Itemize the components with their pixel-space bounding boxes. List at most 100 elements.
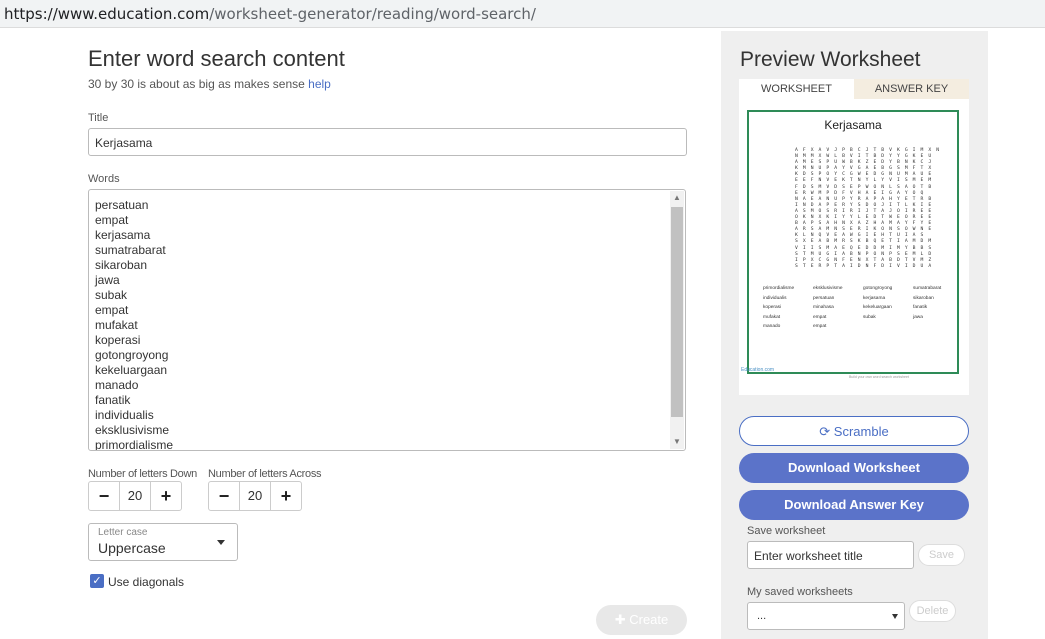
address-bar[interactable]: https://www.education.com/worksheet-gene…: [0, 0, 1045, 28]
scroll-down-icon[interactable]: ▼: [670, 435, 684, 449]
letters-across-label: Number of letters Across: [208, 468, 322, 480]
letters-across-stepper: − 20 +: [208, 481, 302, 511]
education-logo: Education.com: [741, 367, 775, 373]
word-list-item: empat: [813, 314, 827, 320]
create-button[interactable]: ✚ Create: [596, 605, 687, 635]
title-input[interactable]: Kerjasama: [88, 128, 687, 156]
letters-down-label: Number of letters Down: [88, 468, 197, 480]
scramble-label: Scramble: [833, 424, 889, 439]
plus-icon[interactable]: +: [151, 482, 181, 510]
url-host: https://www.education.com: [4, 5, 210, 23]
scroll-up-icon[interactable]: ▲: [670, 191, 684, 205]
word-list-item: manado: [763, 324, 781, 329]
words-label: Words: [88, 173, 120, 185]
diagonals-checkbox[interactable]: ✓: [90, 574, 104, 588]
save-button[interactable]: Save: [918, 544, 965, 566]
word-list-item: gotongroyong: [863, 286, 893, 291]
word-entry: kerjasama: [95, 228, 151, 242]
diagonals-label: Use diagonals: [108, 575, 185, 589]
word-entry: eksklusivisme: [95, 423, 170, 437]
grid-row: I P X C G N F E N X T A B D T V M Z: [795, 257, 933, 263]
grid-row: S X E A B M R S K B Q E T I A M D M: [795, 239, 933, 245]
letters-down-stepper: − 20 +: [88, 481, 182, 511]
download-worksheet-button[interactable]: Download Worksheet: [739, 453, 969, 483]
word-entry: mufakat: [95, 318, 138, 332]
help-link[interactable]: help: [308, 77, 331, 91]
letter-case-value: Uppercase: [98, 540, 166, 556]
content-form: Enter word search content 30 by 30 is ab…: [88, 28, 688, 639]
word-entry: kekeluargaan: [95, 363, 168, 377]
word-list-item: koperasi: [763, 305, 782, 310]
minus-icon[interactable]: −: [209, 482, 239, 510]
word-list-item: sumatrabarat: [913, 286, 942, 291]
word-list-item: primordialisme: [763, 286, 795, 291]
caret-down-icon: [217, 540, 225, 545]
word-entry: sumatrabarat: [95, 243, 166, 257]
letters-across-value[interactable]: 20: [239, 482, 271, 510]
refresh-icon: ⟳: [819, 424, 834, 439]
letters-down-value[interactable]: 20: [119, 482, 151, 510]
scroll-thumb[interactable]: [671, 207, 683, 417]
saved-worksheets-label: My saved worksheets: [747, 586, 853, 598]
sheet-footer: Build your own word search worksheet: [849, 375, 909, 379]
word-entry: persatuan: [95, 198, 149, 212]
caret-down-icon: [892, 614, 898, 619]
worksheet-preview: Kerjasama A F X A V J P B C J T B V K G …: [739, 99, 969, 395]
title-label: Title: [88, 112, 109, 124]
url-path: /worksheet-generator/reading/word-search…: [209, 5, 536, 23]
word-entry: manado: [95, 378, 139, 392]
minus-icon[interactable]: −: [89, 482, 119, 510]
letter-case-select[interactable]: Letter case Uppercase: [88, 523, 238, 561]
grid-row: E R W M P D F V H A E I G A Y O Q: [795, 190, 925, 196]
word-entry: subak: [95, 288, 128, 302]
scramble-button[interactable]: ⟳ Scramble: [739, 416, 969, 446]
preview-title: Preview Worksheet: [740, 48, 921, 71]
tab-answer-key[interactable]: ANSWER KEY: [854, 79, 969, 99]
saved-value: ...: [757, 610, 767, 622]
word-entry: empat: [95, 213, 129, 227]
save-label: Save worksheet: [747, 525, 826, 537]
worksheet-title-input[interactable]: Enter worksheet title: [747, 541, 914, 569]
word-list-item: kerjasama: [863, 295, 886, 301]
create-label: Create: [629, 612, 669, 627]
grid-row: V I I S M A E Q E D D M I M Y B B S: [795, 245, 933, 251]
subtitle-text: 30 by 30 is about as big as makes sense: [88, 77, 305, 91]
download-answer-key-button[interactable]: Download Answer Key: [739, 490, 969, 520]
saved-worksheets-select[interactable]: ...: [747, 602, 905, 630]
worksheet-sheet: Kerjasama A F X A V J P B C J T B V K G …: [747, 110, 959, 374]
word-list-item: mufakat: [763, 314, 781, 320]
word-entry: jawa: [95, 273, 120, 287]
word-list-item: fanatik: [913, 305, 928, 310]
letter-grid: A F X A V J P B C J T B V K G I M X NN M…: [795, 148, 940, 270]
preview-panel: Preview Worksheet WORKSHEET ANSWER KEY K…: [721, 31, 988, 639]
word-entry: individualis: [95, 408, 154, 422]
grid-row: S T M U G I A B N P O N P S E M L D: [795, 251, 933, 257]
words-scrollbar[interactable]: ▲ ▼: [670, 191, 684, 449]
words-textarea[interactable]: persatuan empat kerjasama sumatrabarat sikar…: [88, 189, 686, 451]
word-entry: sikaroban: [95, 258, 148, 272]
word-list: primordialisme eksklusivisme gotongroyong s…: [763, 284, 953, 332]
word-list-item: eksklusivisme: [813, 286, 843, 291]
word-list-item: empat: [813, 324, 827, 329]
grid-row: N A E A N U P Y R A P A H Y E T R B: [795, 196, 933, 202]
grid-row: S T E R P T A I D N F D I V I D U A: [795, 263, 933, 269]
word-entry: fanatik: [95, 393, 131, 407]
grid-row: E E F N V E K T N Y L Y V I S M E M: [795, 178, 933, 184]
grid-row: F D S M V D S E P W O N L S A O T B: [795, 184, 933, 190]
delete-button[interactable]: Delete: [909, 600, 956, 622]
tab-worksheet[interactable]: WORKSHEET: [739, 79, 854, 99]
plus-icon[interactable]: +: [271, 482, 301, 510]
word-list-item: subak: [863, 314, 876, 320]
word-entry: koperasi: [95, 333, 141, 347]
words-list: persatuan empat kerjasama sumatrabarat sikar…: [95, 198, 174, 451]
word-entry: primordialisme: [95, 438, 174, 451]
word-list-item: jawa: [913, 314, 923, 320]
letter-case-label: Letter case: [98, 527, 148, 538]
word-list-item: persatuan: [813, 295, 835, 301]
page-title: Enter word search content: [88, 46, 345, 71]
word-list-item: sikaroban: [913, 295, 934, 301]
word-list-item: kekeluargaan: [863, 305, 892, 310]
word-entry: gotongroyong: [95, 348, 169, 362]
preview-tabs: WORKSHEET ANSWER KEY: [739, 79, 969, 99]
word-entry: empat: [95, 303, 129, 317]
